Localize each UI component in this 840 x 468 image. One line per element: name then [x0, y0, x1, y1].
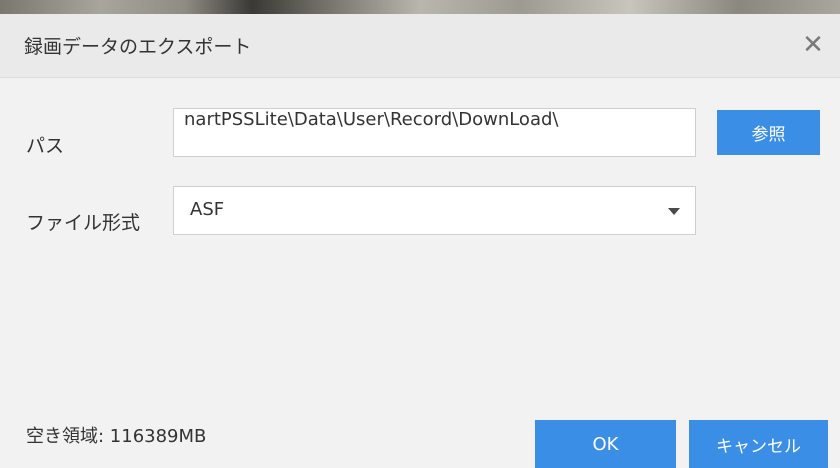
- file-format-label: ファイル形式: [26, 212, 141, 234]
- export-dialog: 録画データのエクスポート ✕ パス nartPSSLite\Data\User\…: [0, 14, 840, 468]
- file-format-select[interactable]: ASF: [173, 186, 696, 235]
- path-label: パス: [26, 135, 65, 157]
- ok-button[interactable]: OK: [535, 420, 676, 468]
- file-format-value: ASF: [190, 199, 225, 220]
- cancel-button[interactable]: キャンセル: [689, 420, 828, 468]
- dropdown-arrow-icon[interactable]: [668, 208, 680, 215]
- path-input[interactable]: nartPSSLite\Data\User\Record\DownLoad\: [173, 108, 696, 157]
- background-video-strip: [0, 0, 840, 14]
- close-icon[interactable]: ✕: [796, 28, 830, 62]
- free-space-text: 空き領域: 116389MB: [26, 426, 207, 447]
- browse-button[interactable]: 参照: [717, 110, 820, 155]
- path-value: nartPSSLite\Data\User\Record\DownLoad\: [184, 109, 559, 130]
- dialog-title: 録画データのエクスポート: [24, 36, 252, 58]
- dialog-titlebar: 録画データのエクスポート ✕: [0, 14, 840, 78]
